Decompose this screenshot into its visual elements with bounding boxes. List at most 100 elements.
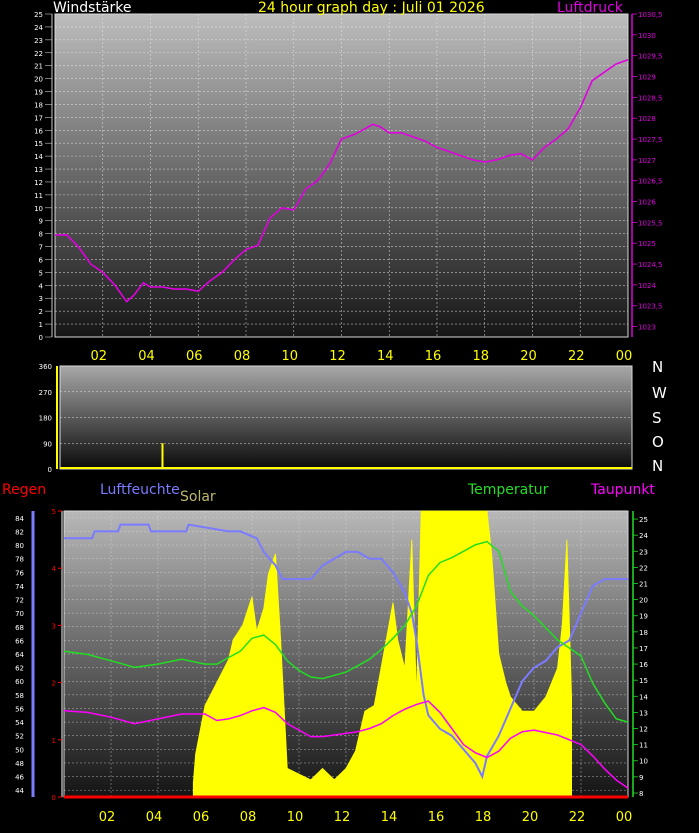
- rain-tick: 1: [52, 737, 56, 745]
- humidity-tick: 54: [15, 719, 24, 727]
- humidity-tick: 64: [15, 651, 24, 659]
- pressure-x-tick: 04: [138, 349, 155, 364]
- humidity-label: Luftfeuchte: [100, 482, 180, 498]
- pressure-x-tick: 10: [281, 349, 298, 364]
- pressure-left-tick: 3: [39, 295, 43, 303]
- weather-x-tick: 04: [146, 810, 163, 825]
- humidity-tick: 80: [15, 542, 24, 550]
- weather-x-tick: 08: [240, 810, 257, 825]
- pressure-right-tick: 1026: [638, 199, 656, 207]
- temperature-tick: 10: [639, 758, 648, 766]
- pressure-right-tick: 1027,5: [638, 136, 663, 144]
- pressure-left-tick: 18: [34, 101, 43, 109]
- pressure-x-tick: 02: [90, 349, 107, 364]
- pressure-left-tick: 12: [34, 179, 43, 187]
- pressure-right-tick: 1029,5: [638, 53, 663, 61]
- pressure-right-tick: 1023,5: [638, 303, 663, 311]
- temperature-tick: 23: [639, 548, 648, 556]
- weather-x-tick: 20: [522, 810, 539, 825]
- temperature-tick: 17: [639, 645, 648, 653]
- temperature-tick: 13: [639, 709, 648, 717]
- humidity-tick: 66: [15, 637, 24, 645]
- weather-x-tick: 18: [475, 810, 492, 825]
- humidity-tick: 60: [15, 678, 24, 686]
- pressure-left-tick: 22: [34, 50, 43, 58]
- humidity-tick: 70: [15, 610, 24, 618]
- rain-label: Regen: [2, 482, 47, 498]
- pressure-x-tick: 12: [329, 349, 346, 364]
- rain-tick: 2: [52, 680, 56, 688]
- wind-dir-bar: [161, 443, 164, 469]
- humidity-tick: 44: [15, 787, 24, 795]
- pressure-left-tick: 16: [34, 127, 43, 135]
- pressure-x-tick: 20: [520, 349, 537, 364]
- temperature-tick: 9: [639, 774, 643, 782]
- weather-chart-canvas: 0123456789101112131415161718192021222324…: [15, 11, 663, 825]
- rain-tick: 0: [52, 794, 56, 802]
- temperature-tick: 14: [639, 693, 648, 701]
- wind-dir-tick: 270: [39, 389, 52, 397]
- rain-tick: 3: [52, 622, 56, 630]
- pressure-x-tick: 16: [425, 349, 442, 364]
- compass-s: S: [652, 409, 662, 427]
- temperature-tick: 21: [639, 581, 648, 589]
- pressure-left-tick: 23: [34, 37, 43, 45]
- pressure-right-tick: 1024: [638, 282, 656, 290]
- humidity-tick: 52: [15, 733, 24, 741]
- wind-dir-tick: 360: [39, 363, 52, 371]
- weather-x-tick: 14: [381, 810, 398, 825]
- temperature-label: Temperatur: [468, 482, 549, 498]
- humidity-tick: 84: [15, 515, 24, 523]
- humidity-tick: 68: [15, 624, 24, 632]
- humidity-tick: 56: [15, 705, 24, 713]
- pressure-left-tick: 1: [39, 321, 43, 329]
- rain-tick: 4: [52, 565, 57, 573]
- temperature-tick: 15: [639, 677, 648, 685]
- pressure-left-tick: 21: [34, 63, 43, 71]
- pressure-left-tick: 0: [39, 334, 43, 342]
- humidity-tick: 74: [15, 583, 24, 591]
- pressure-right-tick: 1029: [638, 74, 656, 82]
- temperature-tick: 16: [639, 661, 648, 669]
- humidity-tick: 72: [15, 597, 24, 605]
- pressure-left-tick: 17: [34, 114, 43, 122]
- pressure-x-tick: 06: [186, 349, 203, 364]
- weather-x-tick: 06: [193, 810, 210, 825]
- compass-n-top: N: [652, 358, 664, 376]
- temperature-tick: 25: [639, 516, 648, 524]
- pressure-left-tick: 8: [39, 231, 43, 239]
- weather-x-tick: 16: [428, 810, 445, 825]
- rain-tick: 5: [52, 508, 56, 516]
- temperature-tick: 12: [639, 726, 648, 734]
- humidity-tick: 82: [15, 528, 24, 536]
- pressure-x-tick: 00: [616, 349, 633, 364]
- pressure-x-tick: 14: [377, 349, 394, 364]
- pressure-right-tick: 1027: [638, 157, 656, 165]
- wind-dir-tick: 180: [39, 415, 52, 423]
- pressure-x-tick: 08: [234, 349, 251, 364]
- pressure-right-tick: 1030,5: [638, 11, 663, 19]
- weather-x-tick: 12: [334, 810, 351, 825]
- pressure-left-tick: 25: [34, 11, 43, 19]
- weather-x-tick: 00: [616, 810, 633, 825]
- weather-x-tick: 02: [99, 810, 116, 825]
- pressure-right-tick: 1023: [638, 324, 656, 332]
- pressure-right-tick: 1028: [638, 115, 656, 123]
- humidity-tick: 78: [15, 556, 24, 564]
- pressure-left-tick: 19: [34, 89, 43, 97]
- pressure-right-tick: 1025,5: [638, 219, 663, 227]
- temperature-tick: 8: [639, 790, 643, 798]
- compass-n-bottom: N: [652, 457, 664, 475]
- pressure-right-tick: 1024,5: [638, 261, 663, 269]
- pressure-left-tick: 4: [39, 282, 44, 290]
- weather-x-tick: 10: [287, 810, 304, 825]
- pressure-left-tick: 13: [34, 166, 43, 174]
- temperature-tick: 18: [639, 629, 648, 637]
- pressure-left-tick: 5: [39, 269, 43, 277]
- temperature-tick: 19: [639, 613, 648, 621]
- pressure-right-tick: 1028,5: [638, 94, 663, 102]
- pressure-left-tick: 15: [34, 140, 43, 148]
- pressure-right-tick: 1026,5: [638, 178, 663, 186]
- wind-dir-tick: 90: [43, 440, 52, 448]
- pressure-left-tick: 24: [34, 24, 43, 32]
